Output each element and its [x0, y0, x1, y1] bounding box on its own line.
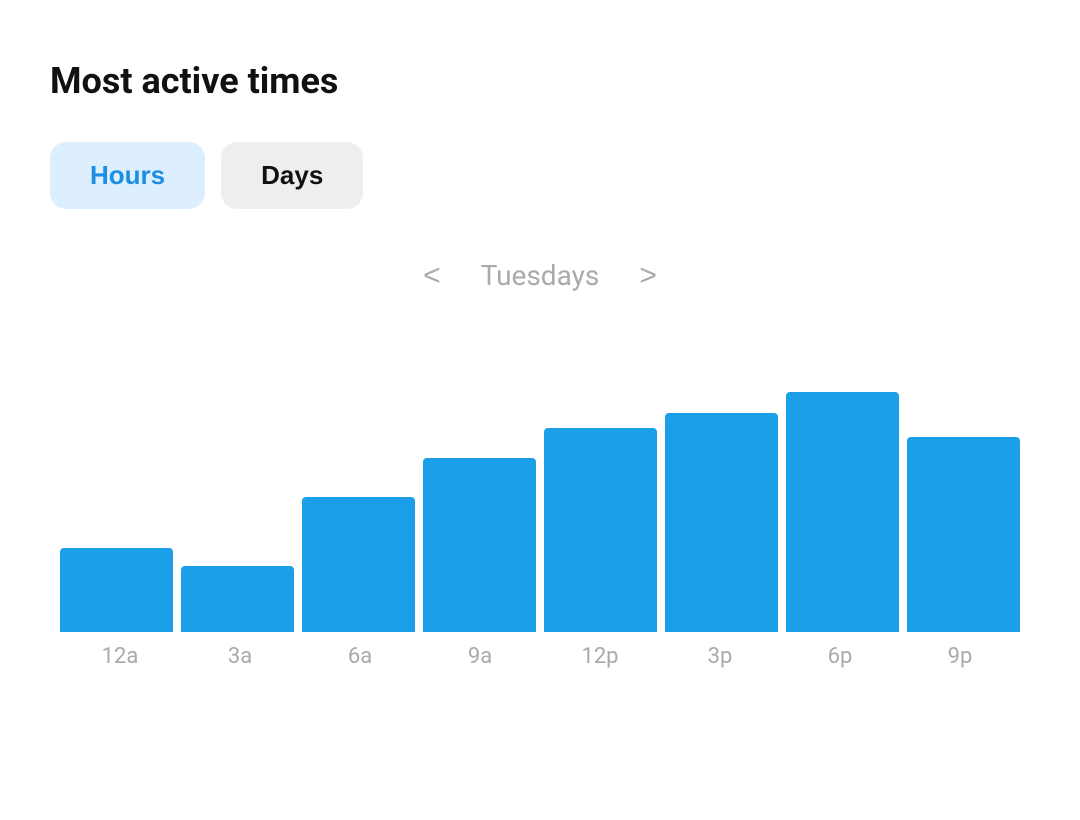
days-button[interactable]: Days	[221, 142, 363, 209]
bar	[423, 458, 536, 632]
prev-day-button[interactable]: <	[423, 261, 441, 291]
x-axis-label: 9p	[900, 644, 1020, 669]
x-axis-label: 6p	[780, 644, 900, 669]
x-axis-label: 3a	[180, 644, 300, 669]
hours-button[interactable]: Hours	[50, 142, 205, 209]
bar-group	[60, 548, 173, 632]
x-axis-label: 12p	[540, 644, 660, 669]
bar	[907, 437, 1020, 632]
page-title: Most active times	[50, 60, 1030, 102]
bar-group	[302, 497, 415, 632]
bar-group	[544, 428, 657, 632]
bar	[665, 413, 778, 632]
day-navigation: < Tuesdays >	[50, 259, 1030, 292]
bar-group	[423, 458, 536, 632]
x-axis-label: 9a	[420, 644, 540, 669]
next-day-button[interactable]: >	[639, 261, 657, 291]
bar-group	[907, 437, 1020, 632]
current-day-label: Tuesdays	[481, 259, 600, 292]
bar	[302, 497, 415, 632]
bars-container	[50, 332, 1030, 632]
bar	[181, 566, 294, 632]
x-axis-label: 3p	[660, 644, 780, 669]
chart-area: 12a3a6a9a12p3p6p9p	[50, 332, 1030, 669]
main-container: Most active times Hours Days < Tuesdays …	[0, 0, 1080, 729]
bar	[786, 392, 899, 632]
toggle-row: Hours Days	[50, 142, 1030, 209]
x-axis: 12a3a6a9a12p3p6p9p	[50, 632, 1030, 669]
bar	[544, 428, 657, 632]
x-axis-label: 12a	[60, 644, 180, 669]
x-axis-label: 6a	[300, 644, 420, 669]
bar-group	[665, 413, 778, 632]
bar-group	[786, 392, 899, 632]
bar	[60, 548, 173, 632]
bar-group	[181, 566, 294, 632]
